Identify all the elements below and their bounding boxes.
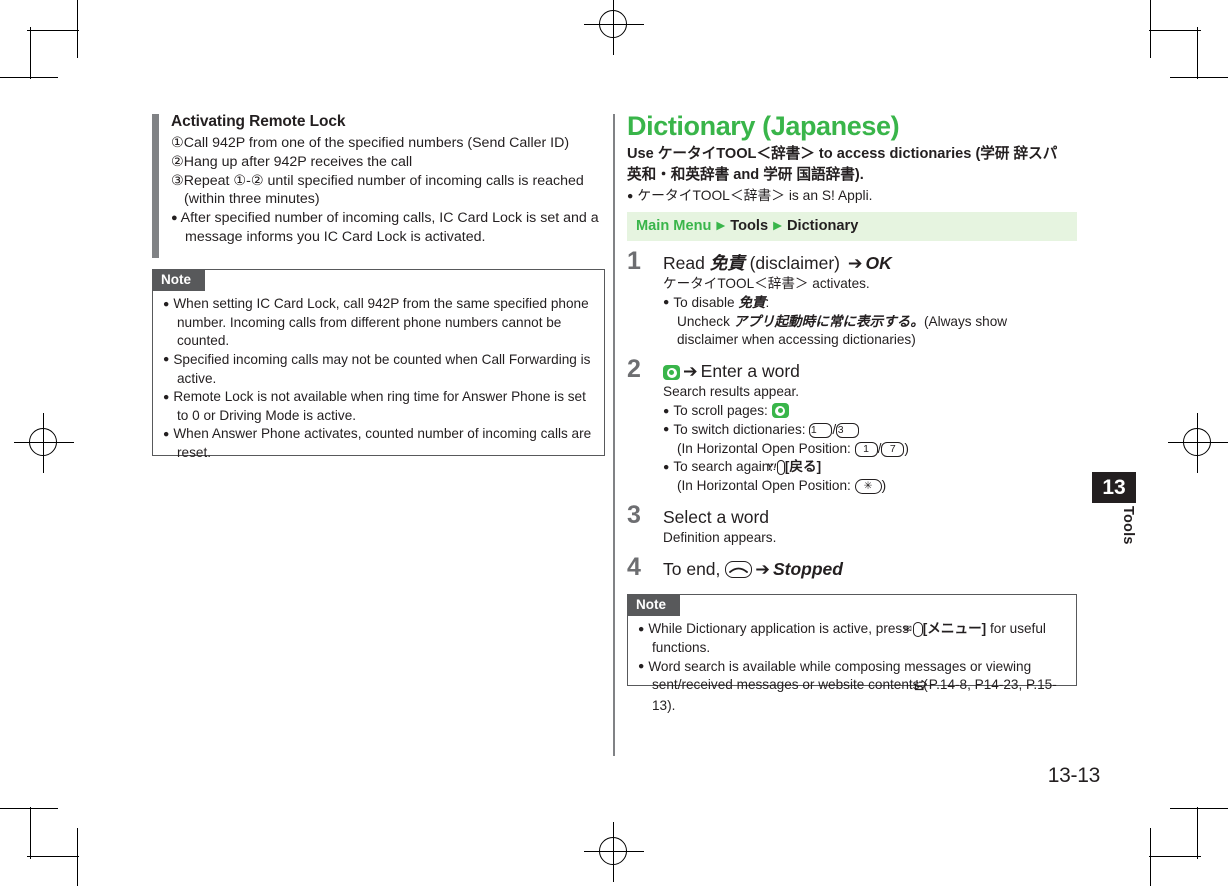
intro-bullet: ● ケータイTOOL＜辞書＞ is an S! Appli.	[627, 188, 873, 204]
bullet-dot-icon: ●	[663, 296, 670, 309]
step-description: ケータイTOOL＜辞書＞ activates.	[663, 276, 870, 292]
arrow-right-icon: ➔	[847, 252, 863, 273]
note-item-menu-key: ● While Dictionary application is active,…	[638, 621, 1046, 656]
step-number: 2	[627, 355, 641, 384]
page-number: 13-13	[1047, 764, 1101, 787]
step-4: 4 To end, ➔ Stopped	[627, 555, 1077, 580]
note-item: ● Remote Lock is not available when ring …	[163, 389, 586, 423]
step-title: To end, ➔ Stopped	[663, 559, 843, 580]
chapter-thumb-tab-label: Tools	[1120, 506, 1136, 545]
note-item: ● When setting IC Card Lock, call 942P fr…	[163, 296, 589, 349]
step-bullet-continuation: disclaimer when accessing dictionaries)	[677, 332, 916, 348]
left-column: Activating Remote Lock ①Call 942P from o…	[152, 112, 605, 460]
breadcrumb-item-tools[interactable]: Tools	[730, 218, 768, 234]
step-title-action: Stopped	[772, 559, 843, 580]
step-bullet-search-again: ● To search again: Y! [戻る]	[663, 459, 822, 476]
step-1: 1 Read 免責 (disclaimer) ➔ OK ケータイTOOL＜辞書＞ …	[627, 248, 1077, 350]
step-2: 2 ➔ Enter a word Search results appear. ●…	[627, 357, 1077, 496]
bullet-dot-icon: ●	[638, 622, 645, 635]
key-asterisk-icon: ✳	[854, 479, 882, 495]
step-number: 3	[627, 500, 641, 529]
arrow-right-icon: ➔	[683, 361, 698, 382]
navigation-key-icon	[771, 403, 789, 419]
key-7-icon: 7	[881, 441, 905, 457]
column-divider	[613, 114, 615, 756]
procedure-step-1: ①Call 942P from one of the specified num…	[171, 134, 570, 151]
note-tab-label: Note	[152, 269, 205, 291]
right-note-box: Note ● While Dictionary application is ac…	[627, 594, 1077, 713]
manual-page: Activating Remote Lock ①Call 942P from o…	[0, 0, 1228, 886]
breadcrumb-item-main-menu[interactable]: Main Menu	[636, 218, 711, 234]
key-1-icon: 1	[854, 441, 878, 457]
registration-mark-left	[14, 413, 74, 473]
step-description: Search results appear.	[663, 384, 800, 400]
bullet-dot-icon: ●	[163, 390, 170, 403]
softkey-label: [メニュー]	[922, 621, 987, 637]
step-number: 4	[627, 553, 641, 582]
right-column: Dictionary (Japanese) Use ケータイTOOL＜辞書＞ t…	[627, 111, 1077, 713]
key-3-icon: 3	[836, 422, 860, 438]
step-title: Select a word	[663, 506, 770, 527]
chevron-right-icon: ▶	[716, 220, 726, 233]
step-bullet-horizontal-note: (In Horizontal Open Position: ✳)	[677, 478, 887, 495]
breadcrumb-item-dictionary[interactable]: Dictionary	[787, 218, 858, 234]
step-bullet-continuation: Uncheck アプリ起動時に常に表示する。(Always show	[677, 313, 1008, 329]
note-item-word-search: ● Word search is available while composin…	[638, 658, 1057, 713]
japanese-term: 免責	[738, 294, 766, 310]
navigation-key-icon	[663, 365, 680, 381]
mail-key-icon: ✉	[904, 622, 923, 638]
chapter-thumb-tab-number: 13	[1092, 472, 1136, 503]
step-title-japanese-term: 免責	[709, 252, 745, 273]
japanese-setting-name: アプリ起動時に常に表示する。	[733, 313, 924, 329]
step-title: ➔ Enter a word	[663, 361, 1077, 382]
note-item: ● When Answer Phone activates, counted nu…	[163, 426, 592, 460]
intro-line-2: 英和・和英辞書 and 学研 国語辞書).	[627, 167, 864, 184]
section-accent-bar	[152, 114, 159, 258]
step-number: 1	[627, 246, 641, 275]
section-subheading: Activating Remote Lock	[171, 113, 346, 130]
activating-remote-lock-section: Activating Remote Lock ①Call 942P from o…	[152, 112, 605, 258]
bullet-dot-icon: ●	[171, 211, 178, 224]
bullet-dot-icon: ●	[663, 423, 670, 436]
right-note-body: ● While Dictionary application is active,…	[638, 620, 1066, 715]
bullet-dot-icon: ●	[163, 353, 170, 366]
registration-mark-bottom	[584, 822, 644, 882]
breadcrumb: Main Menu ▶ Tools ▶ Dictionary	[627, 212, 1077, 241]
bullet-dot-icon: ●	[163, 427, 170, 440]
procedure-note-bullet: ● After specified number of incoming call…	[171, 210, 599, 246]
yahoo-key-icon: Y!	[767, 460, 785, 476]
step-bullet-switch-dictionaries: ● To switch dictionaries: 1/3	[663, 421, 1077, 440]
bullet-dot-icon: ●	[163, 297, 170, 310]
step-description: Definition appears.	[663, 530, 777, 546]
step-bullet-horizontal-note: (In Horizontal Open Position: 1/7)	[677, 440, 909, 457]
note-item: ● Specified incoming calls may not be cou…	[163, 351, 591, 386]
bullet-dot-icon: ●	[638, 660, 645, 673]
left-note-box: Note ● When setting IC Card Lock, call 94…	[152, 269, 605, 460]
bullet-dot-icon: ●	[627, 189, 634, 202]
step-title-action: OK	[865, 252, 892, 273]
step-title: Read 免責 (disclaimer) ➔ OK	[663, 252, 892, 273]
page-title: Dictionary (Japanese)	[627, 111, 900, 141]
note-tab-label: Note	[627, 594, 680, 616]
softkey-label: [戻る]	[784, 459, 822, 475]
step-bullet-scroll: ● To scroll pages:	[663, 402, 1077, 421]
left-note-body: ● When setting IC Card Lock, call 942P fr…	[163, 295, 594, 462]
step-3: 3 Select a word Definition appears.	[627, 502, 1077, 548]
bullet-dot-icon: ●	[663, 460, 670, 473]
registration-mark-top	[584, 0, 644, 55]
chevron-right-icon: ▶	[773, 220, 782, 233]
end-call-key-icon	[725, 561, 753, 579]
step-bullet: ● To disable 免責:	[663, 294, 770, 310]
procedure-step-3: ③Repeat ①-② until specified number of in…	[171, 172, 584, 208]
bullet-dot-icon: ●	[663, 404, 670, 417]
procedure-step-2: ②Hang up after 942P receives the call	[171, 153, 413, 170]
arrow-right-icon: ➔	[755, 559, 770, 580]
intro-line-1: Use ケータイTOOL＜辞書＞ to access dictionaries …	[627, 146, 1058, 163]
key-1-icon: 1	[809, 422, 833, 438]
registration-mark-right	[1168, 413, 1228, 473]
